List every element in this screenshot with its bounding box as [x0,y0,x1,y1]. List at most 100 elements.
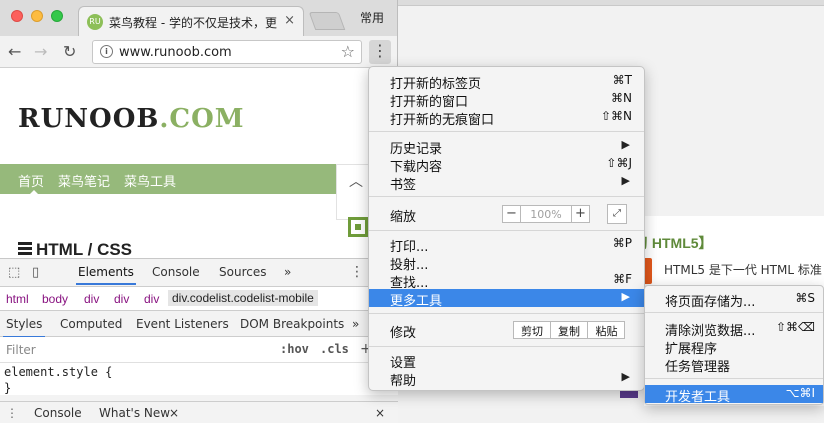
submenu-item-label: 任务管理器 [665,360,731,375]
web-page: RUNOOB.COM 首页 菜鸟笔记 菜鸟工具 ︿ HTML / CSS [0,68,398,260]
inspect-icon[interactable]: ⬚ [8,265,20,280]
submenu-item-task-manager[interactable]: 任务管理器 [645,355,823,375]
menu-item-more-tools[interactable]: 更多工具 ▶ [369,289,644,309]
submenu-item-developer-tools[interactable]: 开发者工具 ⌥⌘I [645,385,823,405]
bookmark-star-icon[interactable]: ☆ [341,42,355,61]
profile-label[interactable]: 常用 [360,9,384,26]
crumb-body[interactable]: body [42,292,68,306]
menu-item-label: 缩放 [390,210,417,225]
reload-icon[interactable]: ↻ [63,42,76,61]
drawer-tab-console[interactable]: Console [34,406,82,420]
bookmarks-bar [398,0,824,6]
active-caret [28,190,40,196]
menu-item-shortcut: ⌘T [612,73,632,87]
menu-item-shortcut: ⇧⌘N [600,109,632,123]
forward-arrow-icon[interactable]: → [34,42,47,61]
maximize-window-button[interactable] [51,10,63,22]
menu-separator [369,196,644,197]
hov-button[interactable]: :hov [280,342,309,356]
more-tabs-icon[interactable]: » [284,265,291,279]
submenu-item-shortcut: ⌘S [795,291,815,305]
menu-item-new-window[interactable]: 打开新的窗口 ⌘N [369,90,644,110]
crumb-div[interactable]: div [84,292,99,306]
minimize-window-button[interactable] [31,10,43,22]
tab-runoob[interactable]: RU 菜鸟教程 - 学的不仅是技术，更 × [78,6,304,36]
menu-item-label: 修改 [390,326,417,341]
tab-console[interactable]: Console [152,265,200,279]
submenu-item-clear-data[interactable]: 清除浏览数据... ⇧⌘⌫ [645,319,823,339]
info-icon[interactable]: i [100,45,113,58]
menu-item-history[interactable]: 历史记录 ▶ [369,137,644,157]
logo-main: RUNOOB [18,104,160,134]
devtools-menu-icon[interactable]: ⋮ [350,264,364,280]
menu-item-downloads[interactable]: 下载内容 ⇧⌘J [369,155,644,175]
menu-item-shortcut: ⌘P [612,236,632,250]
zoom-out-button[interactable]: − [503,206,521,222]
chrome-menu-button[interactable]: ⋮ [369,40,391,64]
drawer-tab-close-icon[interactable]: × [169,406,179,420]
devtools-drawer: ⋮ Console What's New × × [0,401,398,423]
menu-item-settings[interactable]: 设置 [369,351,644,371]
new-tab-button[interactable] [308,12,346,30]
menu-item-incognito[interactable]: 打开新的无痕窗口 ⇧⌘N [369,108,644,128]
nav-tools[interactable]: 菜鸟工具 [124,171,176,190]
tab-computed[interactable]: Computed [60,317,122,331]
code-line[interactable]: element.style { [4,365,112,379]
menu-separator [369,346,644,347]
tab-elements[interactable]: Elements [76,265,136,285]
submenu-item-extensions[interactable]: 扩展程序 [645,337,823,357]
tab-event-listeners[interactable]: Event Listeners [136,317,229,331]
menu-item-label: 书签 [390,178,417,193]
tab-strip: RU 菜鸟教程 - 学的不仅是技术，更 × 常用 [0,0,397,36]
crumb-selected[interactable]: div.codelist.codelist-mobile [168,290,318,306]
url-text[interactable]: www.runoob.com [119,45,232,60]
chevron-up-icon: ︿ [349,174,363,190]
menu-item-bookmarks[interactable]: 书签 ▶ [369,173,644,193]
cls-button[interactable]: .cls [320,342,349,356]
styles-subtabs: Styles Computed Event Listeners DOM Brea… [0,311,398,338]
menu-item-help[interactable]: 帮助 ▶ [369,369,644,389]
fullscreen-icon[interactable]: ⤢ [607,204,627,224]
nav-notes[interactable]: 菜鸟笔记 [58,171,110,190]
submenu-item-save-page[interactable]: 将页面存储为... ⌘S [645,290,823,310]
cut-button[interactable]: 剪切 [514,322,551,338]
menu-item-cast[interactable]: 投射... [369,253,644,273]
menu-separator [645,378,823,379]
site-logo[interactable]: RUNOOB.COM [18,104,245,134]
menu-item-print[interactable]: 打印... ⌘P [369,235,644,255]
crumb-div[interactable]: div [144,292,159,306]
nav-home[interactable]: 首页 [18,171,44,190]
tab-styles[interactable]: Styles [2,317,46,338]
more-subtabs-icon[interactable]: » [352,317,359,331]
close-window-button[interactable] [11,10,23,22]
submenu-item-shortcut: ⌥⌘I [785,386,815,400]
back-arrow-icon[interactable]: ← [8,42,21,61]
address-bar[interactable]: i www.runoob.com ☆ [92,40,362,64]
crumb-div[interactable]: div [114,292,129,306]
drawer-close-icon[interactable]: × [375,406,385,420]
tab-title: 菜鸟教程 - 学的不仅是技术，更 [109,16,277,30]
section-title: HTML / CSS [18,240,132,260]
menu-separator [369,230,644,231]
drawer-menu-icon[interactable]: ⋮ [6,406,18,420]
toolbar: ← → ↻ i www.runoob.com ☆ ⋮ [0,36,397,68]
drawer-tab-whats-new[interactable]: What's New [99,406,170,420]
menu-item-find[interactable]: 查找... ⌘F [369,271,644,291]
tab-dom-breakpoints[interactable]: DOM Breakpoints [240,317,344,331]
submenu-item-label: 将页面存储为... [665,295,756,310]
filter-input[interactable]: Filter [6,343,36,357]
card-text: HTML5 是下一代 HTML 标准 [664,263,822,277]
zoom-control: − 100% + [502,205,590,223]
code-line: } [4,381,12,395]
tab-close-icon[interactable]: × [284,13,295,28]
qr-code-icon[interactable] [348,217,368,237]
paste-button[interactable]: 粘贴 [588,323,625,339]
tab-sources[interactable]: Sources [219,265,266,279]
copy-button[interactable]: 复制 [551,322,588,338]
zoom-in-button[interactable]: + [571,206,589,222]
menu-item-shortcut: ⇧⌘J [606,156,632,170]
favicon-icon: RU [87,14,103,30]
menu-item-new-tab[interactable]: 打开新的标签页 ⌘T [369,72,644,92]
crumb-html[interactable]: html [6,292,29,306]
device-toolbar-icon[interactable]: ▯ [32,265,39,280]
